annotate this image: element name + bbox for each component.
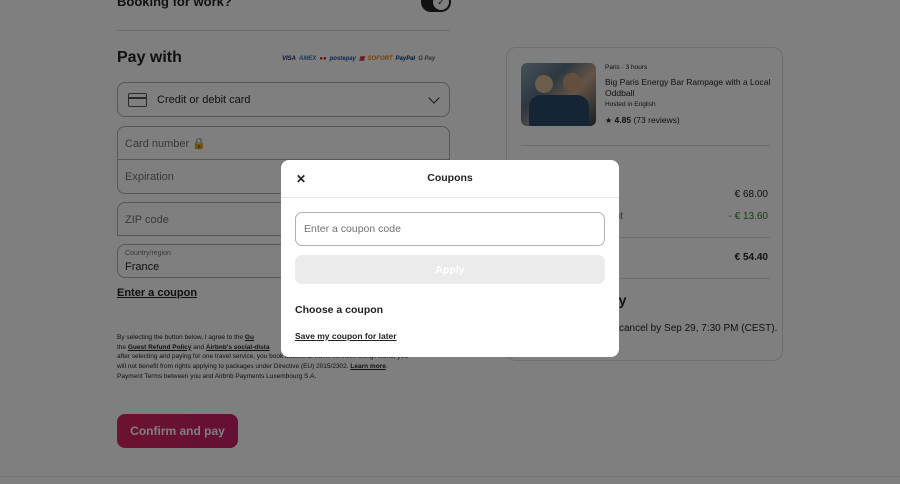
choose-coupon-heading: Choose a coupon xyxy=(295,304,384,316)
divider xyxy=(281,197,619,198)
save-coupon-link[interactable]: Save my coupon for later xyxy=(295,331,397,341)
coupon-code-input[interactable] xyxy=(295,212,605,246)
coupons-modal: ✕ Coupons Apply Choose a coupon Save my … xyxy=(281,160,619,357)
apply-button[interactable]: Apply xyxy=(295,255,605,284)
modal-title: Coupons xyxy=(427,172,473,184)
